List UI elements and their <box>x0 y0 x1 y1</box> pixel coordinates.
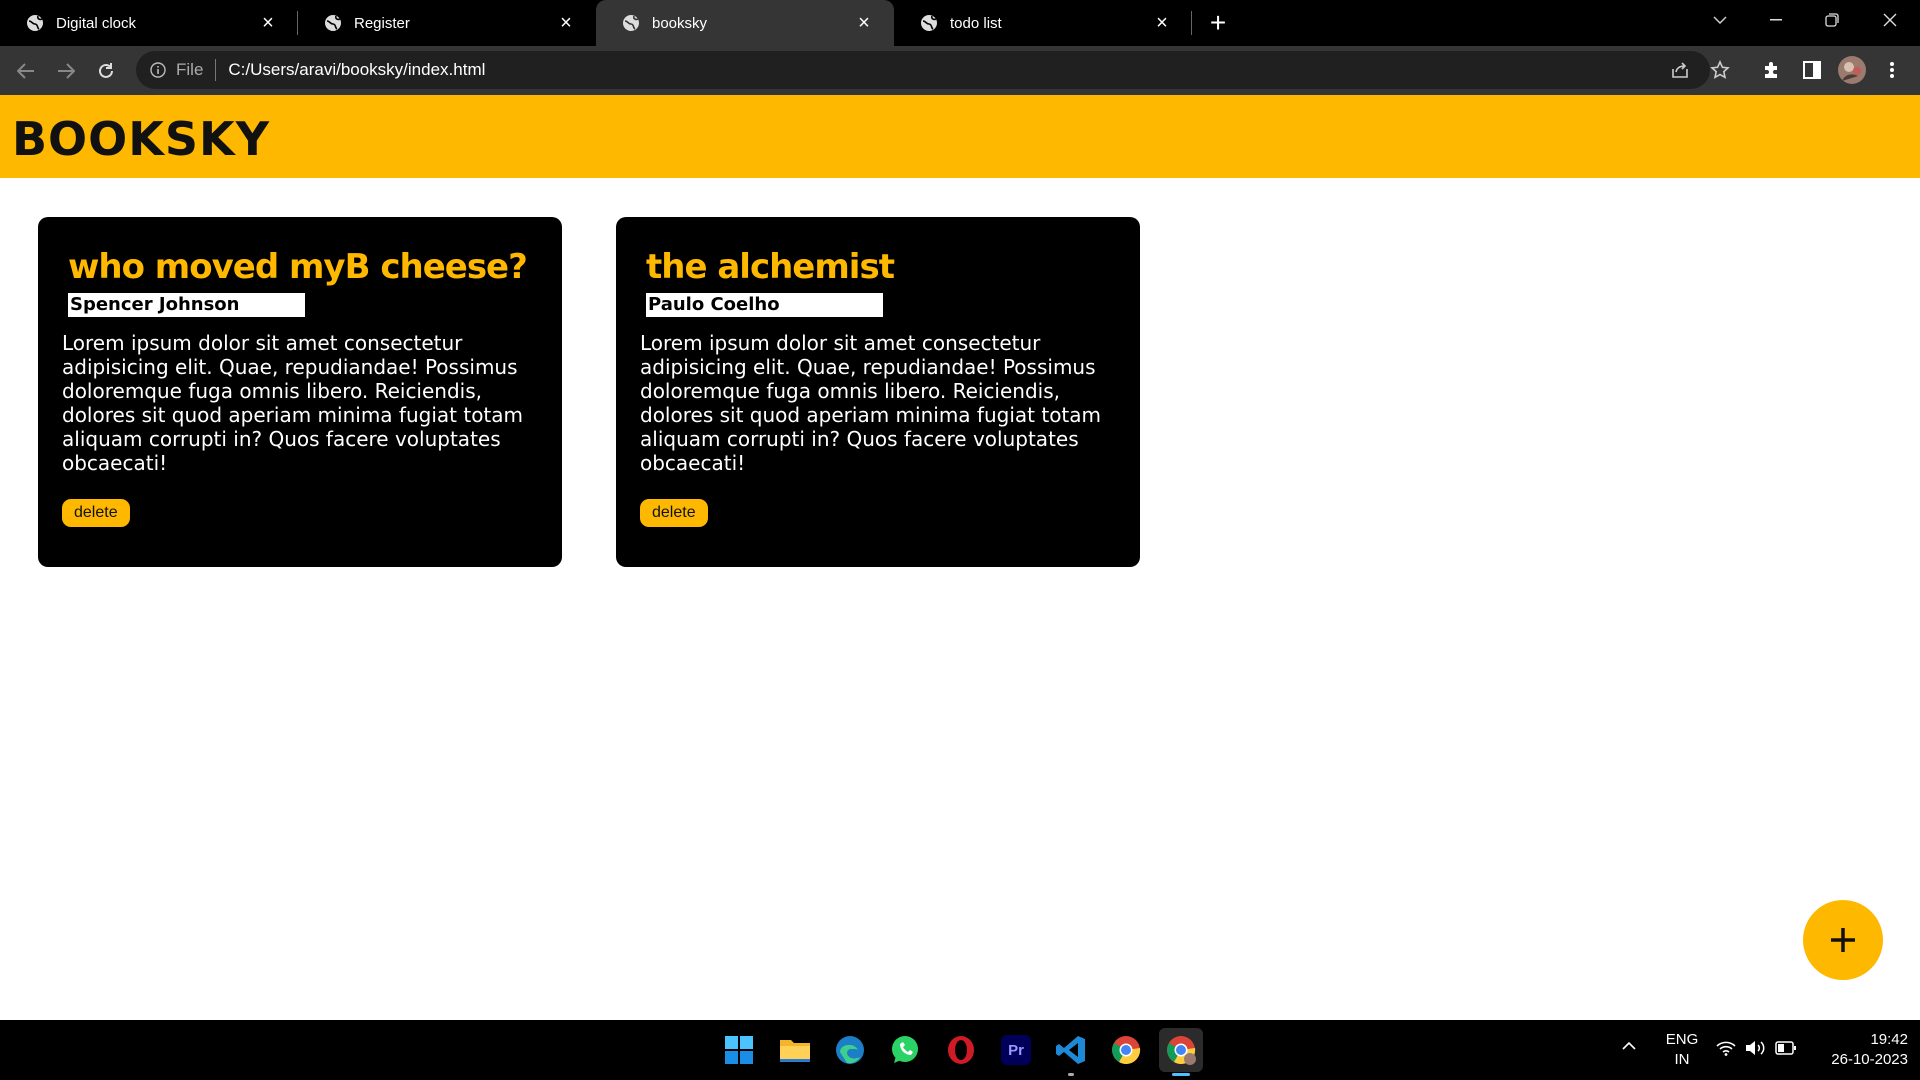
vscode-icon[interactable] <box>1049 1028 1093 1076</box>
region-code: IN <box>1674 1051 1690 1068</box>
file-explorer-icon[interactable] <box>773 1028 817 1072</box>
browser-menu-icon[interactable] <box>1872 50 1912 90</box>
whatsapp-icon[interactable] <box>883 1028 927 1072</box>
app-header: BOOKSKY <box>0 95 1920 178</box>
browser-toolbar: File C:/Users/aravi/booksky/index.html <box>0 46 1920 95</box>
tab-digital-clock[interactable]: Digital clock × <box>0 0 298 46</box>
share-icon[interactable] <box>1660 50 1700 90</box>
tab-todo-list[interactable]: todo list × <box>894 0 1192 46</box>
tab-title: Digital clock <box>56 14 137 32</box>
windows-start-icon[interactable] <box>717 1028 761 1072</box>
opera-icon[interactable] <box>939 1028 983 1072</box>
globe-icon <box>921 15 937 31</box>
book-author: Spencer Johnson <box>68 293 305 317</box>
address-bar[interactable]: File C:/Users/aravi/booksky/index.html <box>136 50 1730 90</box>
app-logo: BOOKSKY <box>12 112 271 166</box>
tab-title: Register <box>354 14 410 32</box>
book-author: Paulo Coelho <box>646 293 883 317</box>
book-card: the alchemist Paulo Coelho Lorem ipsum d… <box>616 217 1140 567</box>
language-code: ENG <box>1665 1031 1699 1048</box>
tab-register[interactable]: Register × <box>298 0 596 46</box>
edge-icon[interactable] <box>828 1028 872 1072</box>
close-tab-icon[interactable]: × <box>556 13 576 33</box>
back-arrow-icon[interactable] <box>6 51 46 91</box>
minimize-icon[interactable] <box>1748 0 1804 40</box>
close-tab-icon[interactable]: × <box>258 13 278 33</box>
add-book-button[interactable] <box>1803 900 1883 980</box>
extensions-puzzle-icon[interactable] <box>1752 50 1792 90</box>
tab-search-chevron-icon[interactable] <box>1692 0 1748 40</box>
premiere-pro-label: Pr <box>1008 1041 1024 1059</box>
delete-button[interactable]: delete <box>640 499 708 527</box>
book-title: the alchemist <box>646 247 895 287</box>
url-text[interactable]: C:/Users/aravi/booksky/index.html <box>228 60 485 80</box>
clock-date: 26-10-2023 <box>1831 1051 1908 1068</box>
book-description: Lorem ipsum dolor sit amet consectetur a… <box>62 331 524 475</box>
book-title: who moved myB cheese? <box>68 247 528 287</box>
address-divider <box>215 59 217 81</box>
wifi-icon[interactable] <box>1716 1040 1736 1062</box>
new-tab-button[interactable]: + <box>1192 0 1244 46</box>
language-indicator[interactable]: ENG IN <box>1664 1030 1700 1070</box>
book-card: who moved myB cheese? Spencer Johnson Lo… <box>38 217 562 567</box>
browser-tab-strip: Digital clock × Register × booksky × tod… <box>0 0 1920 46</box>
windows-taskbar: Pr ENG IN 19:42 26-10-2023 <box>0 1020 1920 1080</box>
forward-arrow-icon[interactable] <box>46 51 86 91</box>
bookmark-star-icon[interactable] <box>1700 50 1740 90</box>
tab-title: todo list <box>950 14 1002 32</box>
reload-icon[interactable] <box>86 51 126 91</box>
info-icon[interactable] <box>150 62 166 78</box>
book-description: Lorem ipsum dolor sit amet consectetur a… <box>640 331 1102 475</box>
close-tab-icon[interactable]: × <box>1152 13 1172 33</box>
clock-time: 19:42 <box>1870 1031 1908 1048</box>
chrome-icon[interactable] <box>1104 1028 1148 1072</box>
profile-avatar[interactable] <box>1832 50 1872 90</box>
volume-icon[interactable] <box>1745 1040 1767 1062</box>
globe-icon <box>27 15 43 31</box>
globe-icon <box>623 15 639 31</box>
system-clock[interactable]: 19:42 26-10-2023 <box>1812 1030 1908 1070</box>
restore-icon[interactable] <box>1804 0 1860 40</box>
tab-separator <box>1191 11 1192 35</box>
plus-icon <box>1831 928 1855 952</box>
active-indicator <box>1172 1073 1190 1076</box>
globe-icon <box>325 15 341 31</box>
battery-icon[interactable] <box>1775 1041 1797 1061</box>
side-panel-icon[interactable] <box>1792 50 1832 90</box>
tab-booksky[interactable]: booksky × <box>596 0 894 46</box>
scheme-label: File <box>176 60 204 79</box>
delete-button[interactable]: delete <box>62 499 130 527</box>
show-hidden-icons-chevron[interactable] <box>1622 1036 1636 1056</box>
close-window-icon[interactable] <box>1862 0 1918 40</box>
premiere-pro-icon[interactable]: Pr <box>994 1028 1038 1072</box>
close-tab-icon[interactable]: × <box>854 13 874 33</box>
running-indicator <box>1068 1073 1074 1076</box>
chrome-profile-icon[interactable] <box>1159 1028 1203 1076</box>
tab-title: booksky <box>652 14 708 32</box>
